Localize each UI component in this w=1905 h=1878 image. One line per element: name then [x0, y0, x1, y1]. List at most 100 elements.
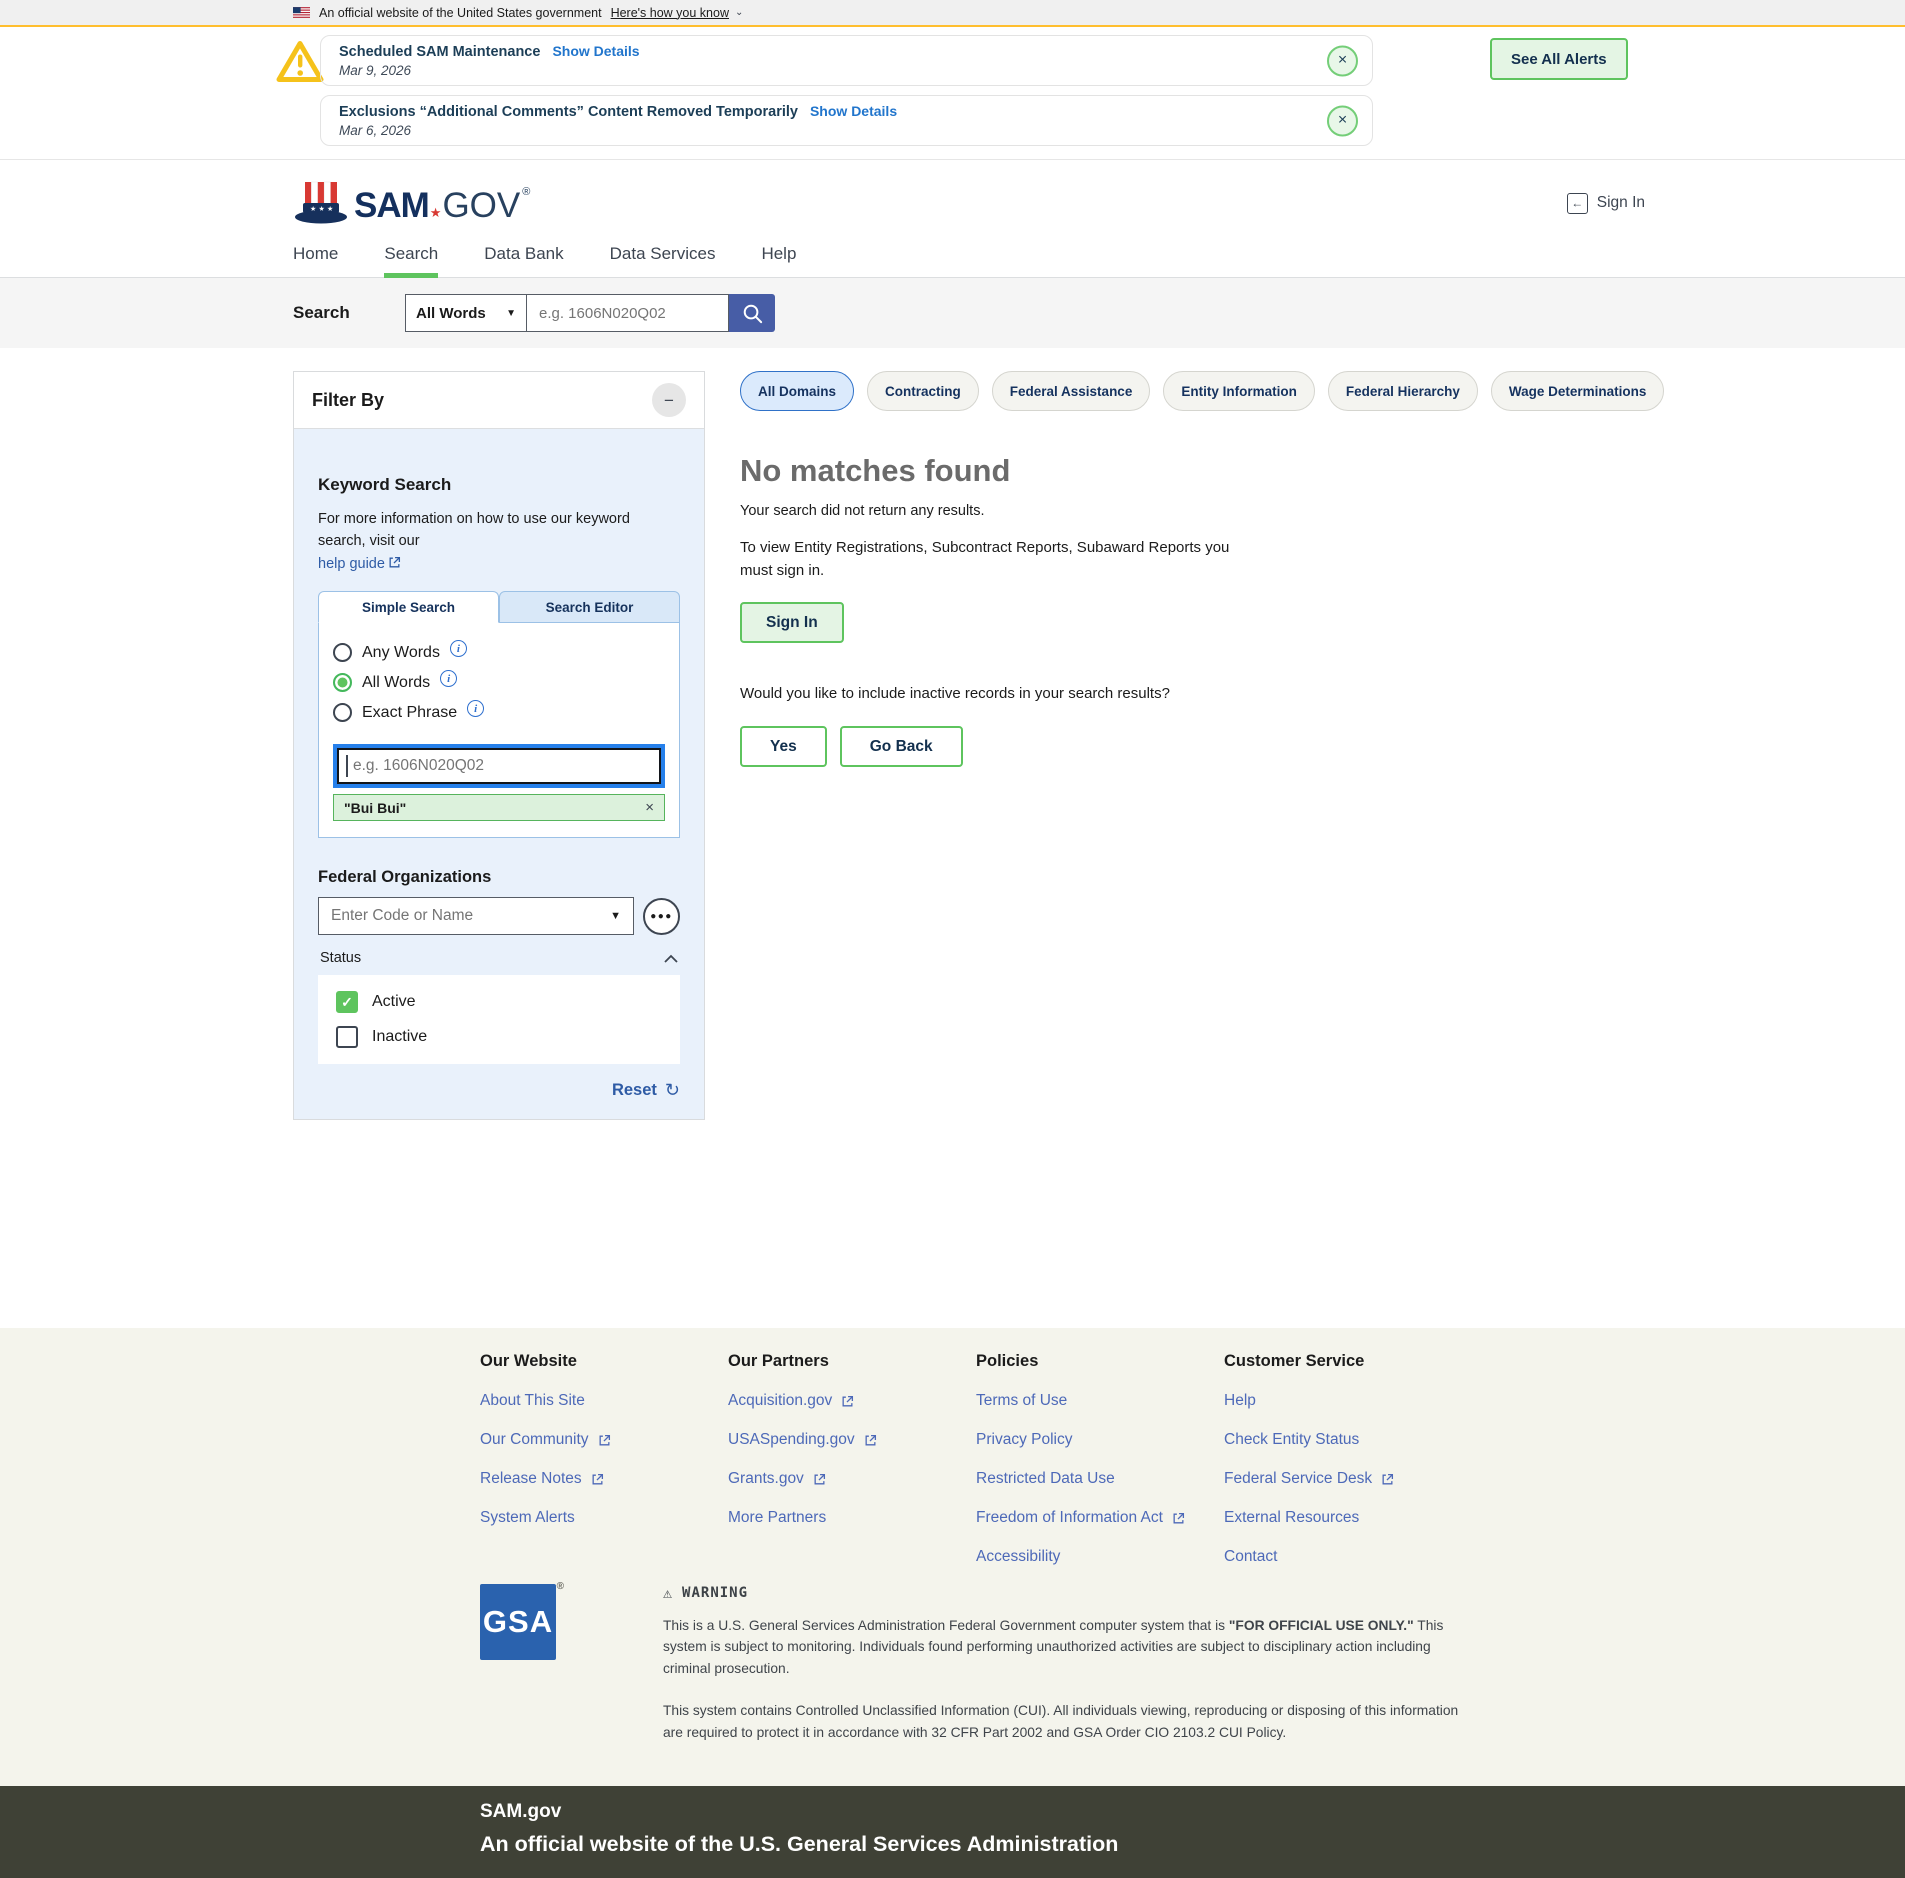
sign-in-button[interactable]: Sign In [740, 602, 844, 643]
radio-any-words[interactable] [333, 643, 352, 662]
tab-search-editor[interactable]: Search Editor [499, 591, 680, 623]
star-icon: ★ [430, 205, 442, 221]
info-icon[interactable]: i [440, 670, 457, 687]
keyword-search-input[interactable] [337, 748, 661, 784]
external-link-icon [813, 1473, 826, 1486]
radio-all-words[interactable] [333, 673, 352, 692]
main-nav: Home Search Data Bank Data Services Help [0, 238, 1905, 278]
gov-banner-text: An official website of the United States… [319, 6, 602, 20]
keyword-info-text: For more information on how to use our k… [318, 508, 680, 575]
search-mode-select[interactable]: All Words ▼ [405, 294, 527, 332]
checkbox-label: Active [372, 993, 416, 1011]
gsa-warning-row: GSA ® ⚠ WARNING This is a U.S. General S… [480, 1584, 1905, 1743]
footer-link-external-resources[interactable]: External Resources [1224, 1509, 1472, 1527]
nav-item-search[interactable]: Search [384, 244, 438, 278]
footer-link-label: Restricted Data Use [976, 1470, 1115, 1488]
footer-link-terms-of-use[interactable]: Terms of Use [976, 1392, 1224, 1410]
info-icon[interactable]: i [450, 640, 467, 657]
footer-link-check-entity-status[interactable]: Check Entity Status [1224, 1431, 1472, 1449]
alert-date: Mar 6, 2026 [339, 123, 1354, 138]
show-details-link[interactable]: Show Details [552, 43, 639, 59]
gsa-logo: GSA ® [480, 1584, 556, 1660]
warning-icon: ⚠ [663, 1584, 673, 1602]
status-header[interactable]: Status [320, 950, 678, 966]
domain-pill-all-domains[interactable]: All Domains [740, 371, 854, 411]
checkbox-label: Inactive [372, 1028, 427, 1046]
filter-header: Filter By − [294, 372, 704, 429]
radio-label: Exact Phrase [362, 704, 457, 722]
collapse-filter-button[interactable]: − [652, 383, 686, 417]
footer-link-acquisition-gov[interactable]: Acquisition.gov [728, 1392, 976, 1410]
close-alert-button[interactable]: × [1327, 105, 1358, 136]
footer-link-usaspending-gov[interactable]: USASpending.gov [728, 1431, 976, 1449]
warning-title-text: WARNING [682, 1585, 748, 1601]
show-details-link[interactable]: Show Details [810, 103, 897, 119]
chevron-down-icon[interactable]: ⌄ [735, 7, 743, 18]
footer-link-contact[interactable]: Contact [1224, 1548, 1472, 1566]
nav-item-home[interactable]: Home [293, 244, 338, 277]
yes-button[interactable]: Yes [740, 726, 827, 767]
status-option-inactive: Inactive [336, 1026, 662, 1048]
footer-link-release-notes[interactable]: Release Notes [480, 1470, 728, 1488]
help-guide-link[interactable]: help guide [318, 556, 401, 572]
minus-icon: − [664, 391, 674, 410]
filter-body: Keyword Search For more information on h… [294, 429, 704, 1119]
reset-filters-link[interactable]: Reset ↻ [318, 1080, 680, 1101]
include-inactive-question: Would you like to include inactive recor… [740, 685, 1865, 702]
domain-pill-federal-hierarchy[interactable]: Federal Hierarchy [1328, 371, 1478, 411]
keyword-info-line: For more information on how to use our k… [318, 511, 630, 549]
go-back-button[interactable]: Go Back [840, 726, 963, 767]
close-alert-button[interactable]: × [1327, 45, 1358, 76]
keyword-tabs: Simple Search Search Editor [318, 591, 680, 623]
federal-org-combobox[interactable]: Enter Code or Name ▼ [318, 897, 634, 935]
footer-col-policies: Policies Terms of Use Privacy Policy Res… [976, 1352, 1224, 1566]
chip-label: "Bui Bui" [344, 800, 406, 816]
search-label: Search [293, 303, 405, 323]
top-search-input[interactable] [527, 294, 729, 332]
footer-link-label: About This Site [480, 1392, 585, 1410]
footer-link-federal-service-desk[interactable]: Federal Service Desk [1224, 1470, 1472, 1488]
domain-pill-federal-assistance[interactable]: Federal Assistance [992, 371, 1151, 411]
warning-paragraph-2: This system contains Controlled Unclassi… [663, 1700, 1463, 1743]
header-sign-in-link[interactable]: ← Sign In [1567, 193, 1645, 214]
keyword-input-focus-ring [333, 744, 665, 788]
reset-label: Reset [612, 1081, 657, 1100]
how-you-know-link[interactable]: Here's how you know [611, 6, 729, 20]
nav-item-data-bank[interactable]: Data Bank [484, 244, 563, 277]
domain-pill-entity-information[interactable]: Entity Information [1163, 371, 1315, 411]
checkbox-active[interactable]: ✓ [336, 991, 358, 1013]
footer-link-our-community[interactable]: Our Community [480, 1431, 728, 1449]
footer-link-privacy-policy[interactable]: Privacy Policy [976, 1431, 1224, 1449]
info-icon[interactable]: i [467, 700, 484, 717]
alert-date: Mar 9, 2026 [339, 63, 1354, 78]
nav-item-help[interactable]: Help [761, 244, 796, 277]
footer-site-name: SAM.gov [480, 1801, 1905, 1823]
radio-row-any-words: Any Words i [333, 643, 665, 662]
footer-link-grants-gov[interactable]: Grants.gov [728, 1470, 976, 1488]
search-submit-button[interactable] [729, 294, 775, 332]
checkbox-inactive[interactable] [336, 1026, 358, 1048]
sam-gov-logo[interactable]: ★ ★ ★ SAM ★ GOV ® [293, 180, 530, 226]
radio-exact-phrase[interactable] [333, 703, 352, 722]
chip-close-icon[interactable]: × [645, 799, 654, 816]
footer-link-accessibility[interactable]: Accessibility [976, 1548, 1224, 1566]
tab-simple-search[interactable]: Simple Search [318, 591, 499, 623]
footer-link-help[interactable]: Help [1224, 1392, 1472, 1410]
footer-link-foia[interactable]: Freedom of Information Act [976, 1509, 1224, 1527]
more-options-button[interactable]: ●●● [643, 898, 680, 935]
footer-link-about-this-site[interactable]: About This Site [480, 1392, 728, 1410]
footer-link-system-alerts[interactable]: System Alerts [480, 1509, 728, 1527]
nav-item-data-services[interactable]: Data Services [610, 244, 716, 277]
external-link-icon [1381, 1473, 1394, 1486]
radio-label: All Words [362, 674, 430, 692]
footer-link-more-partners[interactable]: More Partners [728, 1509, 976, 1527]
footer-link-label: Release Notes [480, 1470, 582, 1488]
no-matches-title: No matches found [740, 453, 1865, 489]
footer-link-label: Privacy Policy [976, 1431, 1072, 1449]
footer-link-restricted-data-use[interactable]: Restricted Data Use [976, 1470, 1224, 1488]
footer-heading: Policies [976, 1352, 1224, 1371]
help-guide-label: help guide [318, 556, 385, 572]
see-all-alerts-button[interactable]: See All Alerts [1490, 38, 1628, 80]
domain-pill-wage-determinations[interactable]: Wage Determinations [1491, 371, 1665, 411]
domain-pill-contracting[interactable]: Contracting [867, 371, 979, 411]
